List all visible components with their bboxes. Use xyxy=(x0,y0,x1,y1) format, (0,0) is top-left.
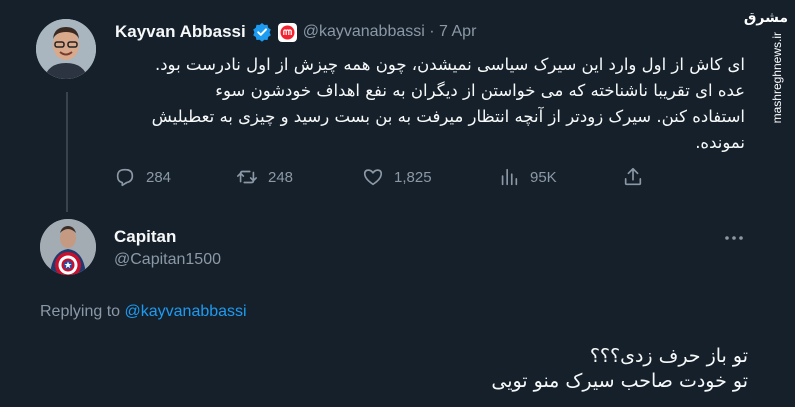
tweet-text: ای کاش از اول وارد این سیرک سیاسی نمیشدن… xyxy=(110,52,745,156)
tweet-separator: · xyxy=(429,23,435,40)
reply-handle[interactable]: @Capitan1500 xyxy=(114,251,221,269)
tweet-text-line: نمونده. xyxy=(695,133,745,152)
share-button[interactable] xyxy=(622,166,644,188)
replying-to: Replying to @kayvanabbassi xyxy=(40,303,247,321)
views-button[interactable]: 95K xyxy=(498,166,557,188)
replying-to-prefix: Replying to xyxy=(40,303,121,320)
reply-count: 284 xyxy=(146,168,172,186)
views-count: 95K xyxy=(530,168,557,186)
views-icon xyxy=(498,166,520,188)
like-button[interactable]: 1,825 xyxy=(362,166,432,188)
like-icon xyxy=(362,166,384,188)
more-options-button[interactable] xyxy=(722,226,746,255)
reply-author-name[interactable]: Capitan xyxy=(114,227,176,247)
verified-badge-icon xyxy=(252,22,272,42)
tweet-text-line: عده ای تقریبا ناشناخته که می خواستن از د… xyxy=(215,81,745,100)
watermark: مشرق mashreghnews.ir xyxy=(743,10,788,130)
watermark-site: mashreghnews.ir xyxy=(770,32,784,124)
avatar-capitan[interactable] xyxy=(40,219,96,275)
reply-text: تو باز حرف زدی؟؟؟ تو خودت صاحب سیرک منو … xyxy=(300,344,748,394)
reply-text-line: تو باز حرف زدی؟؟؟ xyxy=(589,345,748,367)
thread-line xyxy=(66,92,68,212)
tweet-author-name[interactable]: Kayvan Abbassi xyxy=(115,22,246,42)
tweet-date[interactable]: 7 Apr xyxy=(439,23,476,40)
more-icon xyxy=(722,226,746,250)
tweet-text-line: استفاده کنن. سیرک زودتر از آنچه انتظار م… xyxy=(151,107,745,126)
reply-button[interactable]: 284 xyxy=(114,166,171,188)
retweet-icon xyxy=(236,166,258,188)
reply-text-line: تو خودت صاحب سیرک منو تویی xyxy=(491,370,748,392)
tweet-text-line: ای کاش از اول وارد این سیرک سیاسی نمیشدن… xyxy=(154,55,745,74)
affiliate-badge-icon[interactable] xyxy=(277,22,297,42)
retweet-button[interactable]: 248 xyxy=(236,166,293,188)
like-count: 1,825 xyxy=(394,168,432,186)
replying-to-handle[interactable]: @kayvanabbassi xyxy=(125,303,247,320)
avatar-kayvan[interactable] xyxy=(36,19,96,79)
tweet-handle[interactable]: @kayvanabbassi xyxy=(303,23,425,40)
reply-icon xyxy=(114,166,136,188)
watermark-logo: مشرق xyxy=(743,10,788,26)
retweet-count: 248 xyxy=(268,168,294,186)
share-icon xyxy=(622,166,644,188)
